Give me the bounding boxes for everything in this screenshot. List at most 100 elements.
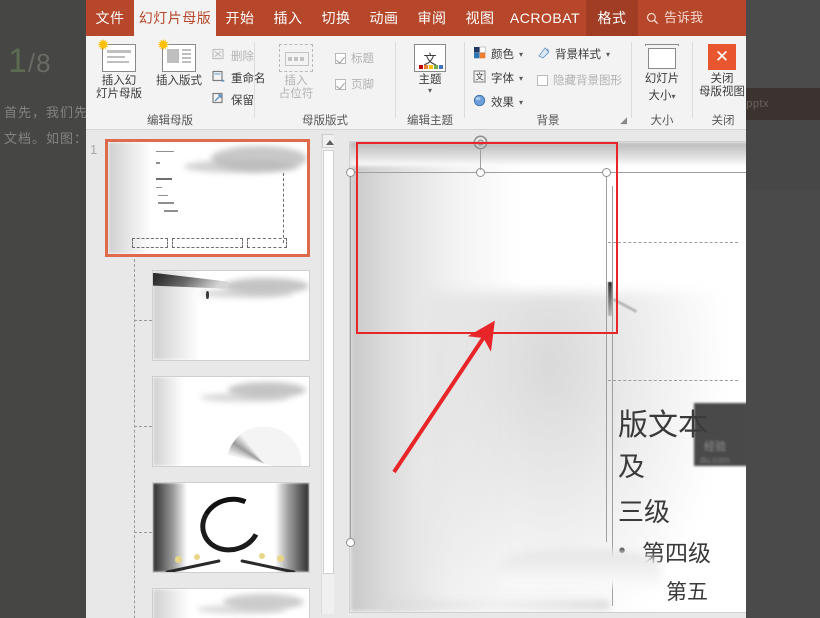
insert-layout-button[interactable]: ✹ 插入版式 [152, 44, 206, 88]
slide-canvas-area[interactable]: 版文本 及 三级 • 第四级 第五 [334, 130, 746, 618]
tab-review[interactable]: 审阅 [408, 0, 456, 36]
ribbon-group-background: 颜色 ▾ 文 字体 ▾ 效果 ▾ [465, 36, 631, 130]
layout-tree-branch [134, 532, 152, 533]
thumb-layout-3[interactable] [152, 482, 310, 573]
preserve-master-button[interactable]: 保留 [212, 92, 254, 108]
chevron-down-icon[interactable]: ▾ [404, 87, 456, 94]
thumbnail-artwork [108, 142, 307, 254]
close-master-view-label-2: 母版视图 [693, 86, 746, 99]
background-left-column [0, 0, 86, 618]
slide-size-button[interactable]: 幻灯片 大小▾ [635, 44, 689, 104]
checkbox-icon [537, 75, 548, 86]
layout-tree-branch [134, 426, 152, 427]
insert-slide-master-button[interactable]: ✹ 插入幻 灯片母版 [92, 44, 146, 101]
thumbnail-artwork [153, 483, 309, 572]
powerpoint-window: 文件 幻灯片母版 开始 插入 切换 动画 审阅 视图 ACROBAT 格式 告诉… [86, 0, 746, 618]
theme-button[interactable]: 文 主题 ▾ [404, 44, 456, 94]
screen: 1/8 首先，我们先 文档。如图： 3-0723-20.pptx 文件 幻灯片母… [0, 0, 820, 618]
group-label-edit-master: 编辑母版 [86, 112, 254, 128]
chevron-down-icon[interactable]: ▾ [519, 98, 523, 107]
scrollbar-thumb[interactable] [323, 150, 334, 574]
tab-view[interactable]: 视图 [456, 0, 504, 36]
chevron-down-icon[interactable]: ▾ [519, 74, 523, 83]
chevron-down-icon[interactable]: ▾ [519, 50, 523, 59]
watermark-small-text: 经验 [704, 438, 726, 454]
thumbnail-pane[interactable]: 1 [86, 130, 334, 618]
master-text-level-3[interactable]: 三级 [618, 492, 670, 529]
group-label-edit-theme: 编辑主题 [396, 112, 464, 128]
page-total: /8 [28, 48, 52, 78]
delete-master-label: 删除 [231, 48, 254, 64]
title-checkbox[interactable]: 标题 [335, 50, 374, 66]
tab-animations[interactable]: 动画 [360, 0, 408, 36]
effects-icon [473, 94, 487, 110]
footer-checkbox[interactable]: 页脚 [335, 76, 374, 92]
theme-colors-button[interactable]: 颜色 ▾ [473, 46, 523, 62]
annotation-rectangle [356, 142, 618, 334]
insert-slide-master-label-2: 灯片母版 [92, 88, 146, 101]
rename-icon [212, 70, 227, 86]
thumbnail-number: 1 [90, 142, 97, 157]
tab-insert[interactable]: 插入 [264, 0, 312, 36]
ribbon-body: ✹ 插入幻 灯片母版 ✹ [86, 36, 746, 130]
selection-handle-bottom-left[interactable] [346, 538, 355, 547]
chevron-down-icon[interactable]: ▾ [671, 93, 675, 100]
new-star-icon: ✹ [97, 38, 110, 53]
slide-bottom-shape [500, 550, 660, 586]
thumbnail-artwork [153, 377, 309, 466]
slide-size-label-1: 幻灯片 [635, 73, 689, 86]
colors-icon [473, 46, 487, 62]
tab-file[interactable]: 文件 [86, 0, 134, 36]
chevron-down-icon[interactable]: ▾ [606, 50, 610, 59]
selection-handle-top-left[interactable] [346, 168, 355, 177]
thumbnail-scrollbar[interactable] [321, 134, 334, 614]
group-label-size: 大小 [632, 112, 692, 128]
placeholder-guide-mid [608, 380, 738, 381]
insert-placeholder-label-1: 插入 [267, 75, 325, 88]
layout-tree-branch [134, 320, 152, 321]
theme-fonts-button[interactable]: 文 字体 ▾ [473, 70, 523, 86]
thumb-layout-2[interactable] [152, 376, 310, 467]
tell-me-box[interactable]: 告诉我 [646, 0, 703, 36]
insert-slide-master-label-1: 插入幻 [92, 75, 146, 88]
group-label-background: 背景 [465, 112, 631, 128]
background-styles-icon [537, 46, 551, 62]
slide-footer-faint [380, 600, 610, 610]
scroll-up-arrow-icon[interactable] [322, 134, 334, 148]
new-star-icon: ✹ [157, 38, 170, 53]
thumb-master[interactable] [105, 139, 310, 257]
ribbon-group-size: 幻灯片 大小▾ 大小 [632, 36, 692, 130]
thumb-layout-1[interactable] [152, 270, 310, 361]
tab-acrobat[interactable]: ACROBAT [504, 0, 586, 36]
background-dialog-launcher[interactable]: ◢ [620, 115, 627, 126]
delete-icon [212, 48, 227, 64]
background-right-strip [746, 120, 820, 618]
background-styles-button[interactable]: 背景样式 ▾ [537, 46, 610, 62]
theme-effects-label: 效果 [491, 94, 514, 110]
tab-format[interactable]: 格式 [586, 0, 638, 36]
preserve-master-label: 保留 [231, 92, 254, 108]
insert-layout-label: 插入版式 [152, 75, 206, 88]
ribbon-group-close: ✕ 关闭 母版视图 关闭 [693, 36, 746, 130]
insert-placeholder-button[interactable]: 插入 占位符 [267, 44, 325, 101]
tab-transitions[interactable]: 切换 [312, 0, 360, 36]
ribbon-group-edit-theme: 文 主题 ▾ 编辑主题 [396, 36, 464, 130]
theme-fonts-label: 字体 [491, 70, 514, 86]
search-icon [646, 12, 659, 25]
tab-slide-master[interactable]: 幻灯片母版 [134, 0, 216, 36]
thumb-layout-4[interactable] [152, 588, 310, 618]
ribbon-group-edit-master: ✹ 插入幻 灯片母版 ✹ [86, 36, 254, 130]
close-master-view-button[interactable]: ✕ 关闭 母版视图 [693, 44, 746, 99]
checkbox-icon [335, 53, 346, 64]
hide-background-graphics-checkbox[interactable]: 隐藏背景图形 [537, 72, 622, 88]
master-text-level-2b[interactable]: 及 [618, 445, 645, 484]
theme-effects-button[interactable]: 效果 ▾ [473, 94, 523, 110]
delete-master-button[interactable]: 删除 [212, 48, 254, 64]
background-text-line-2: 文档。如图： [4, 128, 88, 147]
selection-left-edge [350, 172, 351, 542]
master-text-level-5[interactable]: 第五 [666, 576, 708, 606]
close-icon: ✕ [708, 44, 736, 70]
preserve-icon [212, 92, 227, 108]
insert-placeholder-label-2: 占位符 [267, 88, 325, 101]
tab-home[interactable]: 开始 [216, 0, 264, 36]
